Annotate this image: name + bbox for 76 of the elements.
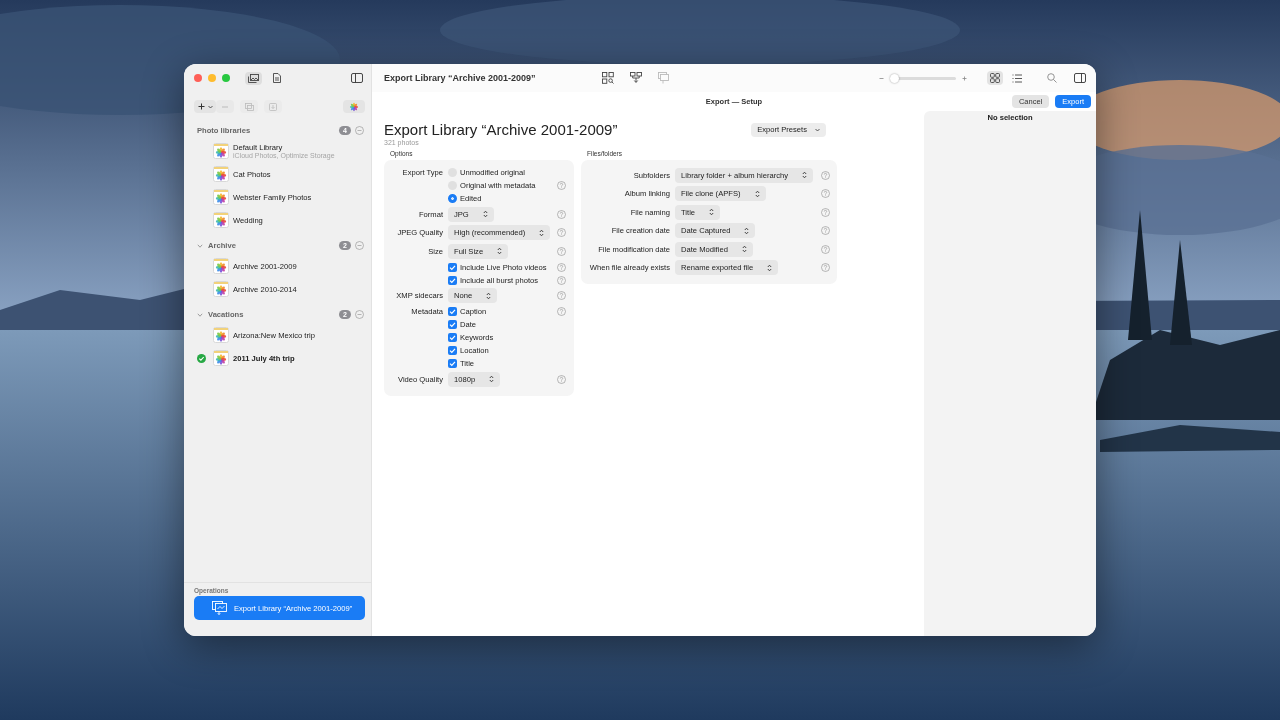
zoom-button[interactable] — [222, 74, 230, 82]
help-icon[interactable] — [557, 374, 566, 384]
stack-icon[interactable] — [658, 72, 670, 84]
help-icon[interactable] — [821, 244, 830, 254]
chevron-icon[interactable] — [197, 242, 203, 249]
chevron-icon[interactable] — [197, 311, 203, 318]
checkbox[interactable] — [448, 333, 457, 342]
photo-library-icon — [213, 327, 229, 343]
photo-library-icon — [213, 350, 229, 366]
caret-icon — [815, 127, 820, 132]
up-down-chevron-icon — [744, 226, 750, 235]
grid-search-icon[interactable] — [602, 72, 614, 84]
download-icon — [269, 102, 277, 111]
add-button[interactable] — [194, 100, 216, 113]
page-heading: Export Library “Archive 2001-2009” — [384, 121, 618, 138]
list-view-icon[interactable] — [1012, 73, 1022, 83]
checkbox[interactable] — [448, 346, 457, 355]
search-icon[interactable] — [1047, 73, 1057, 83]
help-icon[interactable] — [557, 262, 566, 272]
photo-library-icon — [213, 281, 229, 297]
plus-icon — [197, 103, 205, 110]
checkbox[interactable] — [448, 359, 457, 368]
help-icon[interactable] — [557, 307, 566, 316]
photos-button[interactable] — [343, 100, 365, 113]
checkbox[interactable] — [448, 307, 457, 316]
photo-library-icon — [213, 189, 229, 205]
radio-button[interactable] — [448, 194, 457, 203]
photo-library-icon — [213, 143, 229, 159]
remove-icon[interactable] — [355, 241, 364, 250]
help-icon[interactable] — [557, 228, 566, 238]
sidebar-toggle-icon[interactable] — [351, 73, 363, 83]
help-icon[interactable] — [557, 275, 566, 285]
duplicate-button[interactable] — [240, 100, 258, 113]
up-down-chevron-icon — [489, 375, 495, 384]
photo-library-icon — [213, 258, 229, 274]
window-title: Export Library “Archive 2001-2009” — [383, 73, 537, 83]
help-icon[interactable] — [821, 207, 830, 217]
up-down-chevron-icon — [709, 208, 715, 217]
help-icon[interactable] — [557, 246, 566, 256]
zoom-in-icon[interactable] — [962, 75, 967, 81]
close-button[interactable] — [194, 74, 202, 82]
document-icon[interactable] — [272, 73, 281, 83]
zoom-out-icon[interactable] — [879, 75, 884, 81]
help-icon[interactable] — [821, 170, 830, 180]
checkbox[interactable] — [448, 275, 457, 285]
help-icon[interactable] — [557, 209, 566, 219]
photo-library-icon — [213, 212, 229, 228]
up-down-chevron-icon — [497, 247, 503, 256]
help-icon[interactable] — [557, 291, 566, 301]
hierarchy-icon[interactable] — [630, 72, 642, 84]
help-icon[interactable] — [557, 181, 566, 190]
up-down-chevron-icon — [802, 171, 807, 180]
inspector-toggle-icon[interactable] — [1074, 73, 1086, 83]
up-down-chevron-icon — [482, 210, 488, 219]
up-down-chevron-icon — [486, 291, 492, 300]
help-icon[interactable] — [821, 263, 830, 273]
photo-stack-icon[interactable] — [248, 73, 259, 83]
zoom-slider-thumb[interactable] — [889, 73, 899, 83]
up-down-chevron-icon — [741, 245, 747, 254]
up-down-chevron-icon — [767, 263, 773, 272]
photos-flower-icon — [349, 101, 359, 112]
export-icon — [212, 601, 228, 615]
remove-icon[interactable] — [355, 126, 364, 135]
help-icon[interactable] — [821, 226, 830, 236]
photo-library-icon — [213, 166, 229, 182]
caret-icon — [207, 104, 213, 109]
remove-icon[interactable] — [355, 310, 364, 319]
up-down-chevron-icon — [539, 228, 545, 237]
help-icon[interactable] — [821, 189, 830, 199]
up-down-chevron-icon — [754, 189, 760, 198]
archive-button[interactable] — [264, 100, 282, 113]
checkbox[interactable] — [448, 320, 457, 329]
grid-view-icon[interactable] — [990, 73, 1000, 83]
minimize-button[interactable] — [208, 74, 216, 82]
checkbox[interactable] — [448, 262, 457, 272]
duplicate-icon — [244, 102, 254, 111]
